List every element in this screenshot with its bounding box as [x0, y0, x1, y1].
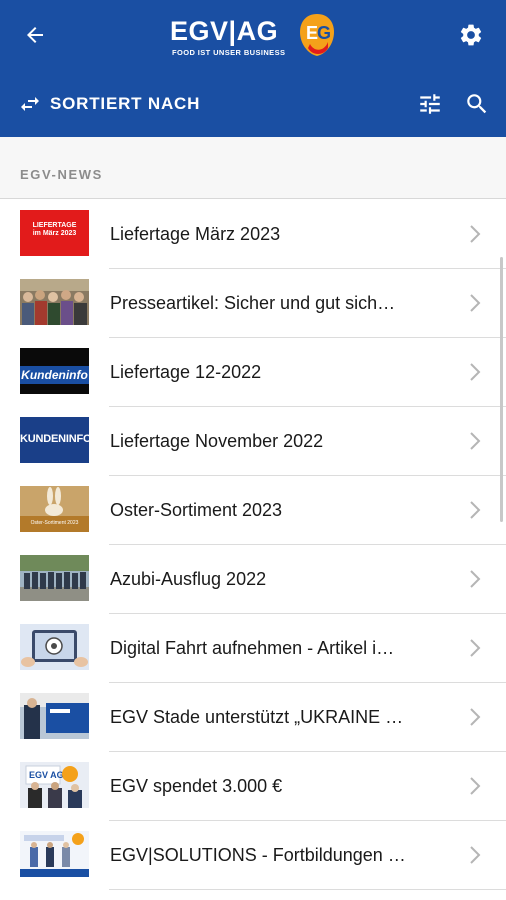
chevron-right-icon: [470, 294, 481, 312]
scrollbar[interactable]: [500, 257, 503, 522]
news-thumbnail: LIEFERTAGE im März 2023: [20, 210, 89, 256]
chevron-right-icon: [470, 225, 481, 243]
section-header: EGV-NEWS: [0, 137, 506, 199]
chevron-right-icon: [470, 432, 481, 450]
news-title: Oster-Sortiment 2023: [110, 500, 283, 520]
logo-text: EGV|AG: [170, 16, 279, 46]
sort-bar: SORTIERT NACH: [0, 70, 506, 137]
back-button[interactable]: [18, 18, 52, 52]
settings-button[interactable]: [454, 18, 488, 52]
news-title: Liefertage 12-2022: [110, 362, 262, 382]
news-thumbnail: [20, 279, 89, 325]
news-thumbnail: Oster-Sortiment 2023: [20, 486, 89, 532]
news-title: Liefertage März 2023: [110, 224, 281, 244]
search-icon: [467, 94, 487, 114]
news-thumbnail: KUNDENINFO: [20, 417, 89, 463]
chevron-right-icon: [470, 501, 481, 519]
news-thumbnail: EGV AG: [20, 762, 89, 808]
gear-icon: [460, 24, 482, 46]
news-title: Presseartikel: Sicher und gut sich…: [110, 293, 396, 313]
bunny-icon: [45, 487, 63, 516]
news-title: EGV spendet 3.000 €: [110, 776, 283, 796]
swap-horiz-icon[interactable]: [18, 92, 42, 116]
svg-text:EGV AG: EGV AG: [29, 770, 64, 780]
thumbnail-text: Kundeninfo: [21, 368, 88, 382]
list-item[interactable]: EGV|SOLUTIONS - Fortbildungen …: [0, 821, 506, 890]
list-item[interactable]: KUNDENINFO Liefertage November 2022: [0, 407, 506, 476]
list-item[interactable]: EGV Stade unterstützt „UKRAINE …: [0, 683, 506, 752]
news-content: EGV-NEWS LIEFERTAGE im März 2023 Lieferta…: [0, 137, 506, 900]
chevron-right-icon: [470, 363, 481, 381]
news-title: Azubi-Ausflug 2022: [110, 569, 267, 589]
news-title: Digital Fahrt aufnehmen - Artikel i…: [110, 638, 395, 658]
sort-label[interactable]: SORTIERT NACH: [50, 94, 200, 114]
arrow-left-icon: [27, 27, 43, 43]
thumbnail-text: LIEFERTAGE im März 2023: [32, 222, 77, 237]
list-item[interactable]: Azubi-Ausflug 2022: [0, 545, 506, 614]
news-thumbnail: [20, 555, 89, 601]
top-bar: EGV|AG FOOD IST UNSER BUSINESS E G: [0, 0, 506, 70]
news-title: Liefertage November 2022: [110, 431, 324, 451]
app-bar: EGV|AG FOOD IST UNSER BUSINESS E G SORTI…: [0, 0, 506, 137]
chevron-right-icon: [470, 570, 481, 588]
section-title: EGV-NEWS: [20, 167, 103, 182]
list-item[interactable]: Presseartikel: Sicher und gut sich…: [0, 269, 506, 338]
logo-tagline: FOOD IST UNSER BUSINESS: [172, 48, 286, 57]
list-item[interactable]: Kundeninfo Liefertage 12-2022: [0, 338, 506, 407]
list-item[interactable]: LIEFERTAGE im März 2023 Liefertage März 2…: [0, 200, 506, 269]
news-title: EGV Stade unterstützt „UKRAINE …: [110, 707, 404, 727]
divider: [109, 889, 506, 890]
thumbnail-text: KUNDENINFO: [20, 433, 89, 445]
list-item[interactable]: Digital Fahrt aufnehmen - Artikel i…: [0, 614, 506, 683]
tune-icon: [420, 94, 440, 114]
egv-eg-emblem-icon: E G: [300, 14, 334, 56]
chevron-right-icon: [470, 639, 481, 657]
chevron-right-icon: [470, 846, 481, 864]
thumbnail-text: Oster-Sortiment 2023: [30, 520, 79, 526]
news-list: LIEFERTAGE im März 2023 Liefertage März 2…: [0, 200, 506, 890]
chevron-right-icon: [470, 708, 481, 726]
chevron-right-icon: [470, 777, 481, 795]
list-item[interactable]: EGV AG EGV spendet 3.000 €: [0, 752, 506, 821]
search-button[interactable]: [463, 90, 491, 118]
news-thumbnail: [20, 693, 89, 739]
news-thumbnail: [20, 624, 89, 670]
list-item[interactable]: Oster-Sortiment 2023 Oster-Sortiment 202…: [0, 476, 506, 545]
news-thumbnail: [20, 831, 89, 877]
news-title: EGV|SOLUTIONS - Fortbildungen …: [110, 845, 406, 865]
brand-logo: EGV|AG FOOD IST UNSER BUSINESS E G: [170, 12, 340, 60]
svg-text:G: G: [317, 23, 331, 43]
filter-button[interactable]: [416, 90, 444, 118]
news-thumbnail: Kundeninfo: [20, 348, 89, 394]
